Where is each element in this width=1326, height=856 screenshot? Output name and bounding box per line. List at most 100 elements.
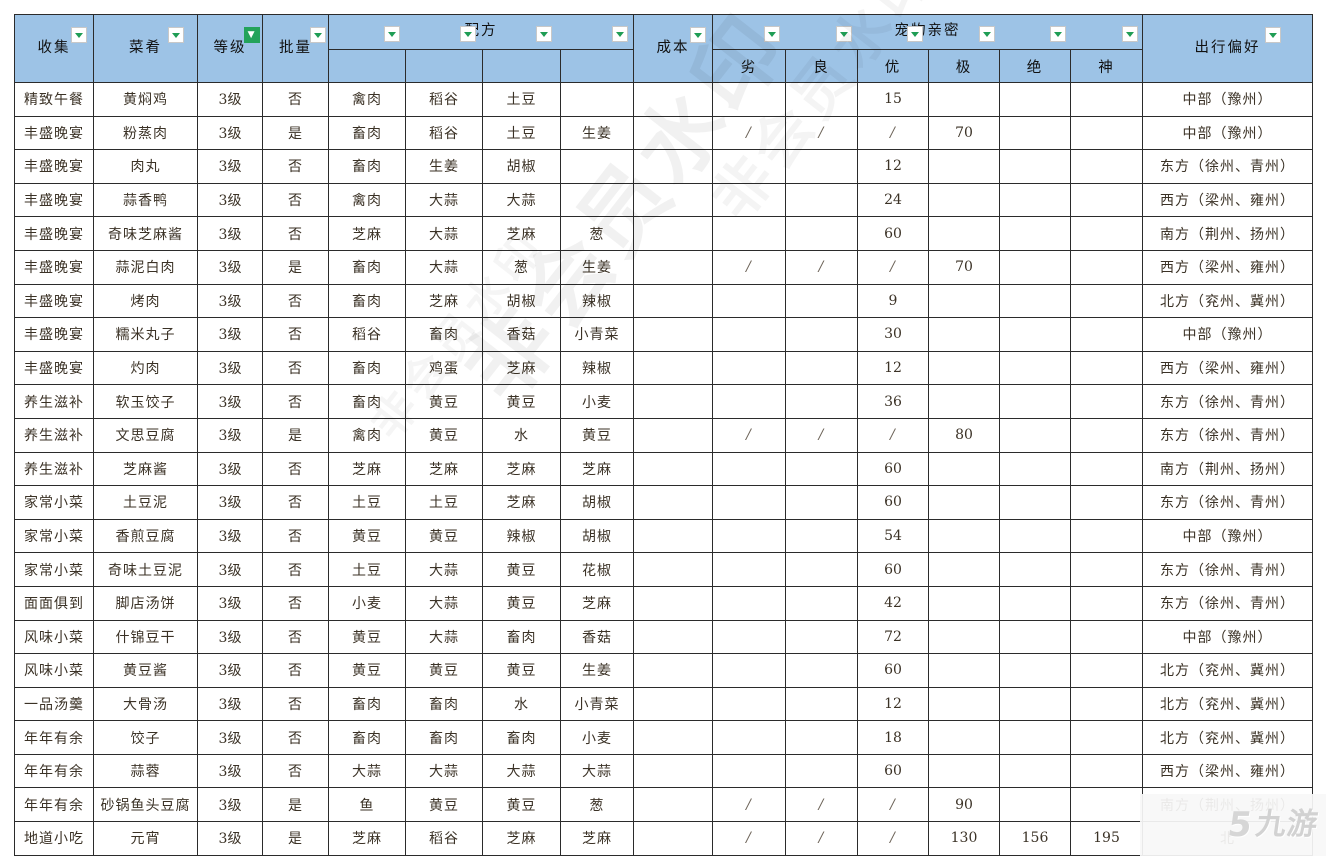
cell-pet-5[interactable] (1070, 350, 1143, 386)
cell-pet-5[interactable] (1070, 149, 1143, 184)
column-header-batch[interactable]: 批量 (262, 14, 329, 83)
cell-collect[interactable]: 丰盛晚宴 (14, 317, 94, 352)
cell-recipe-1[interactable]: 稻谷 (405, 82, 483, 117)
cell-recipe-1[interactable]: 芝麻 (405, 283, 483, 319)
cell-dish[interactable]: 大骨汤 (93, 686, 198, 722)
cell-recipe-0[interactable]: 禽肉 (328, 82, 406, 117)
table-row[interactable]: 丰盛晚宴 粉蒸肉 3级是畜肉 稻谷 土豆 生姜 / //70 中部（豫州） (14, 115, 1313, 151)
cell-batch[interactable]: 是 (262, 115, 329, 151)
pet-sub-header-3[interactable]: 极 (928, 49, 1000, 83)
cell-pet-3[interactable] (928, 720, 1000, 755)
cell-level[interactable]: 3级 (197, 585, 263, 621)
cell-pet-4[interactable] (999, 82, 1071, 117)
cell-pet-1[interactable]: / (785, 417, 858, 453)
cell-pet-3[interactable] (928, 182, 1000, 218)
cell-batch[interactable]: 否 (262, 753, 329, 789)
cell-travel[interactable]: 北方（兖州、冀州） (1142, 653, 1313, 688)
cell-dish[interactable]: 粉蒸肉 (93, 115, 198, 151)
cell-pet-2[interactable]: 18 (857, 720, 929, 755)
cell-pet-3[interactable]: 130 (928, 821, 1000, 856)
cell-recipe-1[interactable]: 大蒜 (405, 753, 483, 789)
cell-travel[interactable]: 中部（豫州） (1142, 619, 1313, 655)
cell-pet-5[interactable] (1070, 182, 1143, 218)
cell-pet-0[interactable] (712, 384, 786, 419)
cell-pet-4[interactable] (999, 283, 1071, 319)
cell-level[interactable]: 3级 (197, 82, 263, 117)
cell-pet-0[interactable] (712, 653, 786, 688)
cell-cost[interactable] (633, 485, 713, 520)
cell-level[interactable]: 3级 (197, 451, 263, 487)
cell-recipe-0[interactable]: 畜肉 (328, 249, 406, 285)
cell-cost[interactable] (633, 384, 713, 419)
cell-dish[interactable]: 文思豆腐 (93, 417, 198, 453)
cell-pet-3[interactable] (928, 753, 1000, 789)
cell-recipe-0[interactable]: 畜肉 (328, 686, 406, 722)
cell-pet-2[interactable]: / (857, 115, 929, 151)
cell-pet-1[interactable]: / (785, 115, 858, 151)
cell-pet-5[interactable] (1070, 451, 1143, 487)
cell-batch[interactable]: 否 (262, 283, 329, 319)
cell-collect[interactable]: 家常小菜 (14, 518, 94, 554)
table-row[interactable]: 养生滋补 软玉饺子 3级否畜肉 黄豆 黄豆 小麦 36 东方（徐州、青州） (14, 384, 1313, 419)
cell-recipe-0[interactable]: 鱼 (328, 787, 406, 823)
cell-pet-1[interactable] (785, 518, 858, 554)
cell-pet-1[interactable] (785, 283, 858, 319)
cell-dish[interactable]: 土豆泥 (93, 485, 198, 520)
cell-collect[interactable]: 丰盛晚宴 (14, 249, 94, 285)
cell-pet-2[interactable]: 12 (857, 350, 929, 386)
pet-sub-header-2[interactable]: 优 (857, 49, 929, 83)
cell-pet-0[interactable] (712, 82, 786, 117)
cell-recipe-1[interactable]: 黄豆 (405, 417, 483, 453)
cell-dish[interactable]: 烤肉 (93, 283, 198, 319)
cell-pet-5[interactable] (1070, 216, 1143, 251)
cell-pet-1[interactable] (785, 384, 858, 419)
cell-travel[interactable]: 西方（梁州、雍州） (1142, 249, 1313, 285)
cell-batch[interactable]: 否 (262, 552, 329, 587)
cell-pet-5[interactable]: 195 (1070, 821, 1143, 856)
cell-pet-0[interactable] (712, 317, 786, 352)
filter-dropdown-icon[interactable] (764, 26, 781, 42)
cell-recipe-1[interactable]: 大蒜 (405, 585, 483, 621)
cell-recipe-2[interactable]: 畜肉 (482, 619, 561, 655)
cell-pet-0[interactable] (712, 585, 786, 621)
cell-pet-0[interactable] (712, 518, 786, 554)
cell-recipe-2[interactable]: 芝麻 (482, 350, 561, 386)
cell-pet-4[interactable] (999, 249, 1071, 285)
cell-collect[interactable]: 家常小菜 (14, 485, 94, 520)
cell-collect[interactable]: 丰盛晚宴 (14, 182, 94, 218)
cell-pet-2[interactable]: 12 (857, 686, 929, 722)
pet-sub-header-4[interactable]: 绝 (999, 49, 1071, 83)
cell-recipe-0[interactable]: 畜肉 (328, 115, 406, 151)
cell-cost[interactable] (633, 451, 713, 487)
filter-dropdown-icon[interactable] (309, 27, 326, 43)
cell-recipe-0[interactable]: 小麦 (328, 585, 406, 621)
cell-batch[interactable]: 否 (262, 216, 329, 251)
cell-cost[interactable] (633, 585, 713, 621)
cell-dish[interactable]: 脚店汤饼 (93, 585, 198, 621)
cell-level[interactable]: 3级 (197, 115, 263, 151)
cell-batch[interactable]: 否 (262, 720, 329, 755)
cell-pet-4[interactable] (999, 720, 1071, 755)
table-row[interactable]: 地道小吃元宵3级是芝麻稻谷芝麻芝麻///130156195北 (14, 821, 1313, 856)
cell-dish[interactable]: 饺子 (93, 720, 198, 755)
cell-dish[interactable]: 肉丸 (93, 149, 198, 184)
cell-pet-4[interactable] (999, 753, 1071, 789)
cell-pet-2[interactable]: 15 (857, 82, 929, 117)
cell-recipe-1[interactable]: 畜肉 (405, 720, 483, 755)
cell-pet-0[interactable]: / (712, 249, 786, 285)
cell-pet-2[interactable]: 12 (857, 149, 929, 184)
cell-level[interactable]: 3级 (197, 653, 263, 688)
column-header-recipe[interactable]: 配方 (328, 14, 634, 50)
cell-collect[interactable]: 地道小吃 (14, 821, 94, 856)
filter-dropdown-icon[interactable] (1121, 26, 1138, 42)
cell-pet-3[interactable] (928, 149, 1000, 184)
cell-pet-1[interactable] (785, 149, 858, 184)
cell-recipe-1[interactable]: 大蒜 (405, 552, 483, 587)
cell-batch[interactable]: 否 (262, 518, 329, 554)
cell-collect[interactable]: 养生滋补 (14, 451, 94, 487)
cell-level[interactable]: 3级 (197, 283, 263, 319)
cell-pet-4[interactable] (999, 149, 1071, 184)
cell-pet-4[interactable] (999, 518, 1071, 554)
cell-recipe-2[interactable]: 水 (482, 686, 561, 722)
cell-collect[interactable]: 养生滋补 (14, 384, 94, 419)
